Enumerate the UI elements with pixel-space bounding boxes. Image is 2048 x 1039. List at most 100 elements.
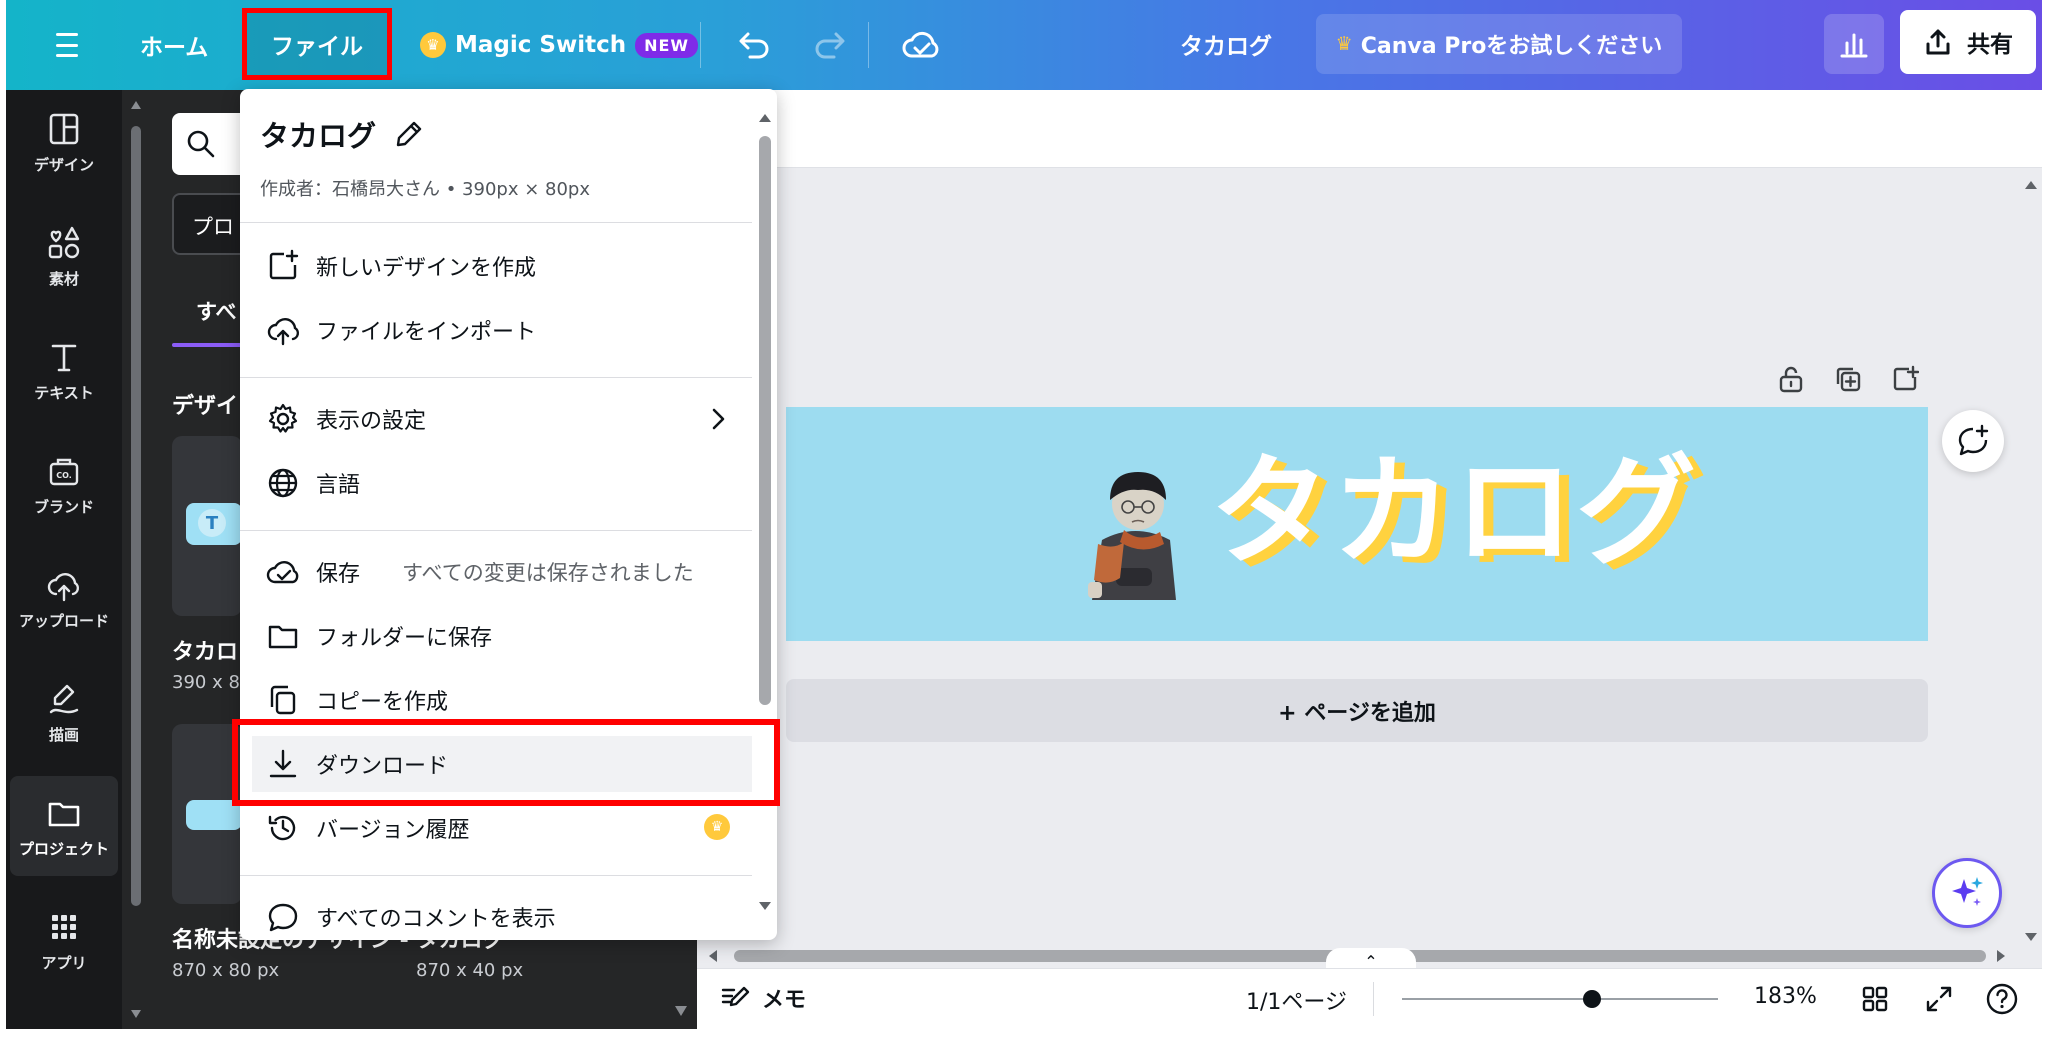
globe-icon (268, 468, 298, 498)
menu-item-version-history[interactable]: バージョン履歴 ♛ (252, 800, 752, 856)
history-icon (268, 815, 296, 841)
menu-design-title[interactable]: タカログ (260, 113, 424, 155)
help-icon[interactable] (1985, 982, 2019, 1016)
rail-item-brand[interactable]: CO. ブランド (6, 434, 122, 534)
menu-title-text: タカログ (260, 119, 377, 153)
menu-item-save-to-folder[interactable]: フォルダーに保存 (252, 608, 752, 664)
rail-item-label: 描画 (48, 725, 79, 744)
notes-button[interactable]: メモ (720, 982, 806, 1014)
search-icon (187, 130, 215, 158)
rail-item-text[interactable]: テキスト (6, 320, 122, 420)
design-title[interactable]: タカログ (1166, 20, 1286, 68)
draw-icon (49, 684, 79, 713)
thumbnail-logo-icon: T (198, 509, 226, 537)
layout-icon (49, 113, 79, 144)
download-highlight-box (232, 719, 780, 806)
tab-all[interactable]: すべ (196, 296, 237, 326)
text-icon (51, 344, 77, 371)
rail-item-label: 素材 (48, 269, 79, 288)
menu-item-import-file[interactable]: ファイルをインポート (252, 302, 752, 358)
magic-sparkle-icon[interactable] (1932, 858, 2002, 928)
menu-item-label: 保存 (316, 562, 361, 587)
undo-icon[interactable] (734, 24, 776, 66)
apps-icon (52, 914, 76, 939)
panel-scroll-thumb[interactable] (131, 126, 141, 906)
page-counter[interactable]: 1/1ページ (1246, 984, 1347, 1016)
scroll-down-arrow-icon[interactable] (674, 1005, 688, 1017)
bottom-bar (697, 968, 2042, 1029)
rail-item-upload[interactable]: アップロード (6, 548, 122, 648)
notes-label: メモ (762, 988, 807, 1013)
left-rail: デザイン 素材 テキスト CO. ブランド アップロード 描画 プロジェクト ア (6, 90, 122, 1029)
design-size: 390 x 8 (172, 672, 240, 693)
rail-item-draw[interactable]: 描画 (6, 662, 122, 762)
zoom-level[interactable]: 183% (1754, 984, 1817, 1009)
svg-text:CO.: CO. (56, 471, 72, 480)
divider (868, 22, 869, 68)
rail-item-label: ブランド (33, 497, 94, 516)
design-title[interactable]: タカロ (172, 634, 238, 666)
grid-view-icon[interactable] (1860, 984, 1890, 1014)
canvas-vertical-scrollbar[interactable] (2020, 170, 2042, 950)
redo-icon[interactable] (808, 24, 850, 66)
add-page-button[interactable]: + ページを追加 (786, 679, 1928, 742)
elements-icon (48, 226, 80, 258)
insights-chart-icon[interactable] (1824, 14, 1884, 74)
menu-hamburger-icon[interactable] (48, 27, 86, 63)
canva-pro-trial-button[interactable]: ♛ Canva Proをお試しください (1316, 14, 1682, 74)
canva-editor: ホーム ファイル ♛ Magic Switch NEW タカログ ♛ Canva… (0, 0, 2048, 1039)
rail-item-projects[interactable]: プロジェクト (10, 776, 118, 876)
file-menu-button[interactable]: ファイル (242, 8, 392, 80)
brand-icon: CO. (49, 458, 79, 485)
dropdown-value: プロ (192, 215, 234, 239)
divider (700, 22, 701, 68)
rail-item-label: アップロード (18, 611, 109, 630)
rail-item-label: プロジェクト (18, 839, 109, 858)
divider (1373, 982, 1374, 1016)
magic-switch-button[interactable]: ♛ Magic Switch NEW (420, 22, 699, 68)
menu-item-show-comments[interactable]: すべてのコメントを表示 (252, 889, 752, 940)
rail-item-apps[interactable]: アプリ (6, 890, 122, 990)
folder-icon (48, 802, 80, 826)
comment-add-icon[interactable] (1942, 410, 2004, 472)
new-design-icon (269, 249, 299, 280)
menu-item-label: 表示の設定 (316, 409, 427, 434)
menu-item-new-design[interactable]: 新しいデザインを作成 (252, 238, 752, 294)
fullscreen-icon[interactable] (1924, 984, 1954, 1014)
rail-item-design[interactable]: デザイン (6, 92, 122, 192)
home-button[interactable]: ホーム (130, 22, 218, 68)
pro-trial-label: Canva Proをお試しください (1360, 34, 1663, 59)
menu-item-label: バージョン履歴 (316, 818, 470, 843)
cloud-check-icon (266, 561, 299, 584)
cloud-upload-icon (267, 318, 300, 346)
zoom-slider-knob[interactable] (1582, 990, 1601, 1008)
rail-item-elements[interactable]: 素材 (6, 206, 122, 306)
menu-item-view-settings[interactable]: 表示の設定 (252, 391, 752, 447)
pro-crown-icon: ♛ (704, 814, 730, 840)
share-button[interactable]: 共有 (1900, 10, 2036, 74)
menu-scrollbar[interactable] (753, 89, 777, 940)
menu-item-label: 言語 (316, 473, 361, 498)
menu-item-label: すべてのコメントを表示 (316, 907, 556, 932)
rail-item-label: デザイン (33, 155, 94, 174)
cloud-saved-icon[interactable] (898, 24, 944, 66)
menu-item-label: フォルダーに保存 (316, 626, 493, 651)
menu-item-language[interactable]: 言語 (252, 455, 752, 511)
save-status-text: すべての変更は保存されました (402, 561, 694, 585)
menu-divider (240, 377, 752, 378)
comment-icon (268, 903, 298, 932)
duplicate-page-icon[interactable] (1827, 358, 1869, 400)
lock-icon[interactable] (1770, 358, 1812, 400)
panel-scrollbar[interactable] (128, 100, 144, 1019)
menu-scroll-thumb[interactable] (759, 136, 771, 705)
upload-icon (47, 572, 80, 601)
rail-item-label: テキスト (34, 383, 94, 402)
pencil-edit-icon[interactable] (394, 119, 424, 149)
notes-pencil-icon (721, 986, 750, 1007)
menu-item-save[interactable]: 保存 すべての変更は保存されました (252, 544, 752, 600)
logo-text: タカログ (1210, 443, 1698, 582)
copy-icon (270, 685, 296, 715)
menu-divider (240, 875, 752, 876)
zoom-slider[interactable] (1402, 998, 1718, 1000)
add-page-icon[interactable] (1884, 358, 1926, 400)
